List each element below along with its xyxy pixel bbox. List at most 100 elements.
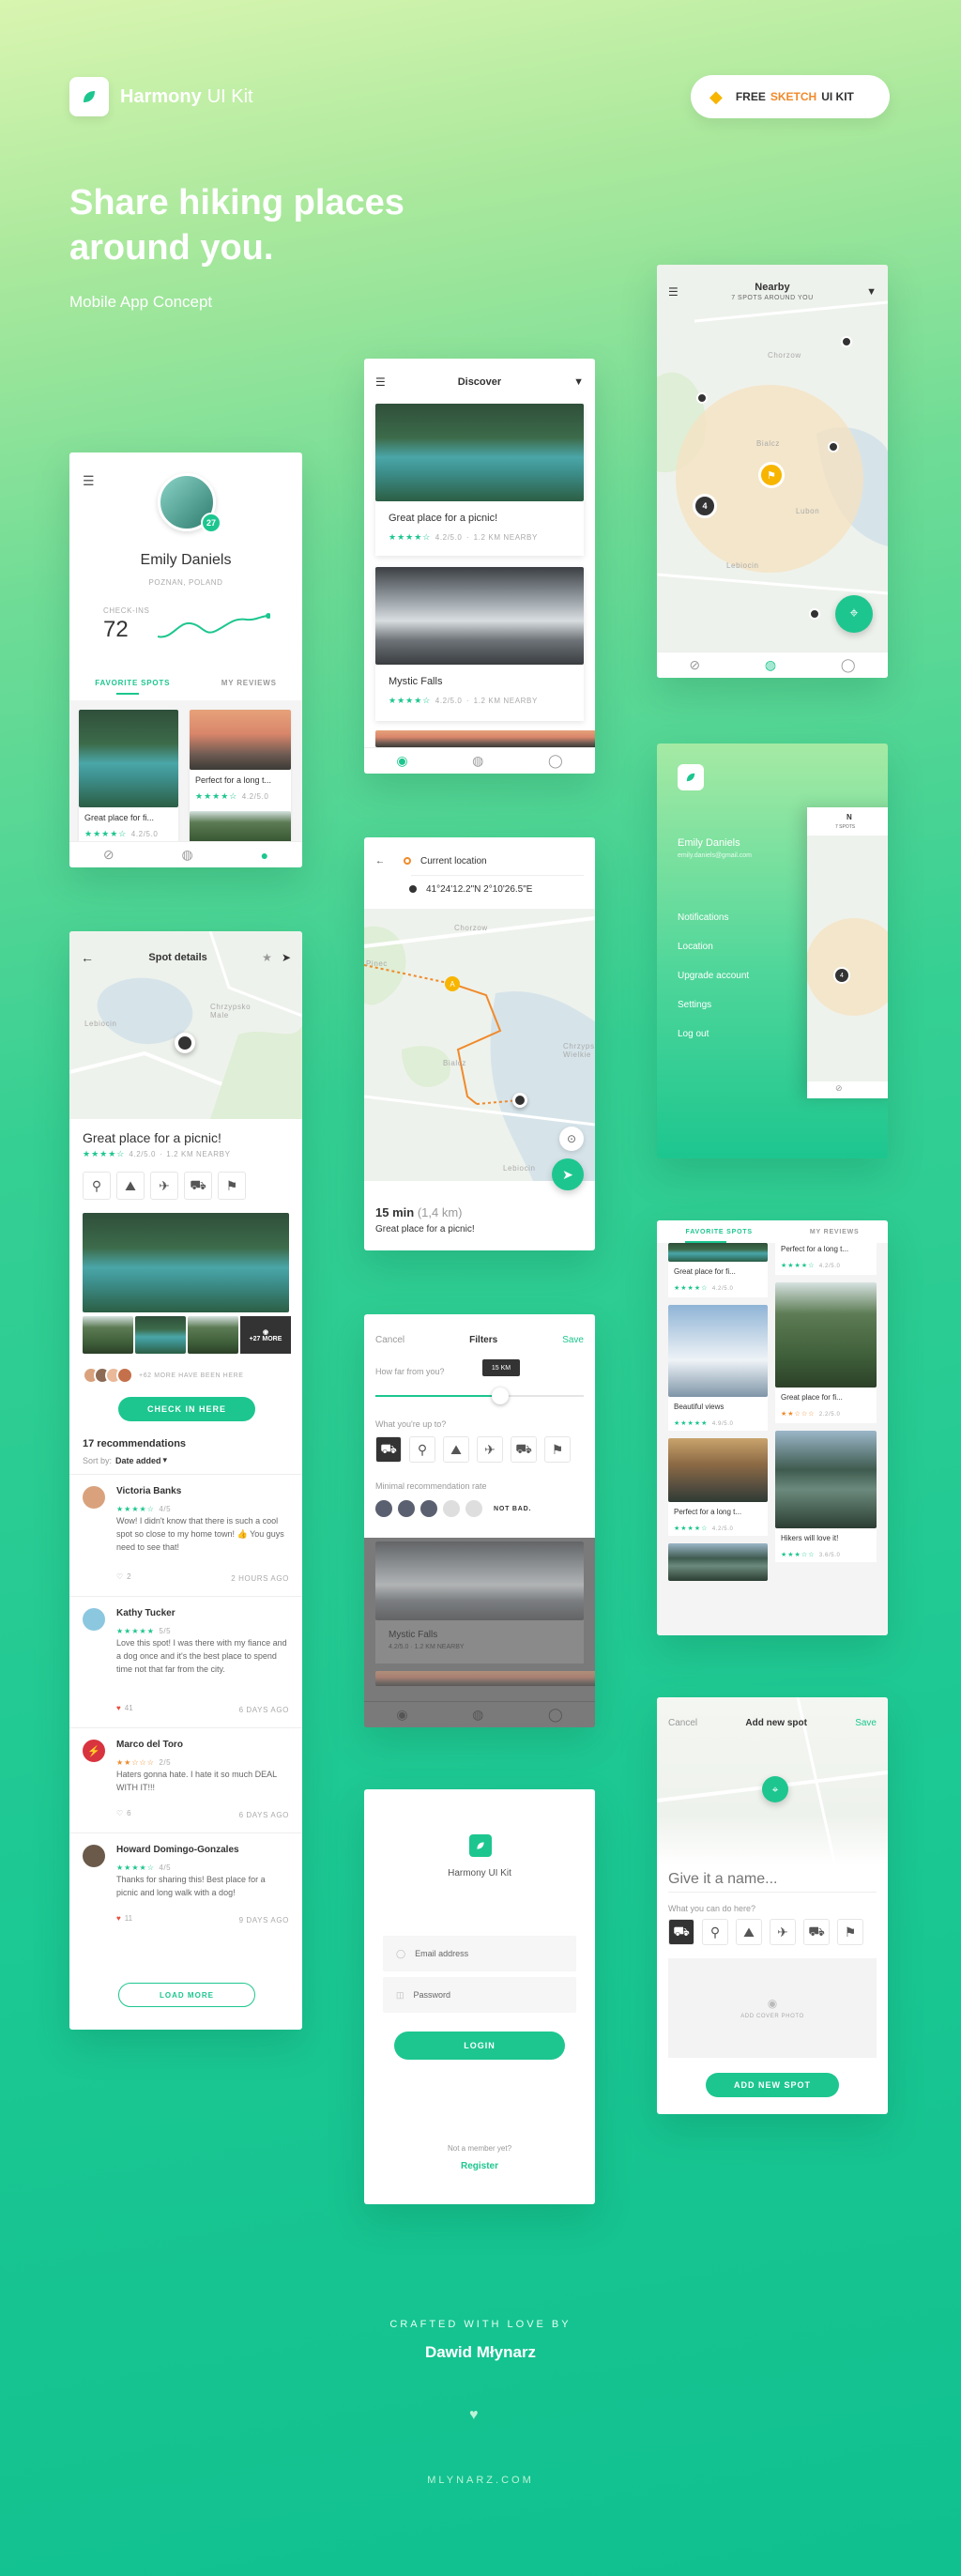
hamburger-icon[interactable]: ☰ bbox=[668, 285, 679, 299]
rate-dot[interactable] bbox=[465, 1500, 482, 1517]
menu-item-notifications[interactable]: Notifications bbox=[678, 903, 749, 932]
run-icon[interactable]: ✈ bbox=[477, 1436, 503, 1463]
map-pin[interactable] bbox=[841, 336, 852, 347]
profile-icon[interactable]: ● bbox=[261, 848, 268, 863]
navigate-icon[interactable]: ➤ bbox=[282, 951, 291, 964]
map-pin[interactable] bbox=[175, 1033, 195, 1053]
menu-item-upgrade[interactable]: Upgrade account bbox=[678, 961, 749, 990]
car-icon[interactable]: ⛟ bbox=[511, 1436, 537, 1463]
spot-name-input[interactable] bbox=[668, 1866, 877, 1893]
heart-icon[interactable]: ♥ bbox=[116, 1914, 121, 1923]
profile-icon[interactable]: ◯ bbox=[548, 753, 563, 769]
route-map[interactable]: Chorzow Pinec Bialcz Chrzypsko Wielkie L… bbox=[364, 909, 595, 1190]
back-arrow-icon[interactable]: ← bbox=[375, 856, 385, 866]
distance-slider[interactable] bbox=[375, 1388, 584, 1404]
more-photos[interactable]: ◉ +27 MORE bbox=[240, 1316, 291, 1354]
cancel-button[interactable]: Cancel bbox=[375, 1335, 404, 1345]
current-location-icon[interactable]: ⚑ bbox=[758, 462, 785, 488]
rate-dot[interactable] bbox=[398, 1500, 415, 1517]
email-field[interactable]: ◯ Email address bbox=[383, 1936, 576, 1971]
spot-card[interactable]: Great place for fi... ★★☆☆☆ 2.2/5.0 bbox=[775, 1282, 877, 1423]
heart-icon[interactable]: ♡ bbox=[116, 1809, 123, 1817]
route-to[interactable]: 41°24'12.2"N 2°10'26.5"E bbox=[375, 879, 584, 899]
load-more-button[interactable]: LOAD MORE bbox=[118, 1983, 255, 2007]
hamburger-icon[interactable]: ☰ bbox=[375, 376, 386, 389]
heart-icon[interactable]: ♥ bbox=[116, 1704, 121, 1712]
compass-icon[interactable]: ◉ bbox=[396, 753, 407, 769]
spot-card[interactable]: Great place for fi... ★★★★☆ 4.2/5.0 bbox=[668, 1243, 768, 1297]
tab-my-reviews[interactable]: MY REVIEWS bbox=[810, 1229, 860, 1235]
map-pin[interactable] bbox=[809, 608, 820, 620]
basket-icon[interactable]: ⚑ bbox=[837, 1919, 863, 1945]
nearby-map[interactable]: Chorzow Bialcz Lubon Lebiocin 4 ⚑ ⌖ bbox=[657, 265, 888, 652]
rate-dot[interactable] bbox=[420, 1500, 437, 1517]
rate-dot[interactable] bbox=[375, 1500, 392, 1517]
spot-card[interactable]: Perfect for a long t... ★★★★☆ 4.2/5.0 bbox=[775, 1243, 877, 1275]
spot-card[interactable]: Mystic Falls ★★★★☆ 4.2/5.0 · 1.2 KM NEAR… bbox=[375, 567, 584, 721]
peek-screen[interactable]: N 7 SPOTS 4 ⊘ bbox=[807, 807, 888, 1098]
menu-item-logout[interactable]: Log out bbox=[678, 1020, 749, 1049]
map-pin-icon[interactable]: ⌖ bbox=[835, 595, 873, 633]
register-link[interactable]: Register bbox=[364, 2161, 595, 2171]
add-photo-area[interactable]: ◉ ADD COVER PHOTO bbox=[668, 1958, 877, 2058]
destination-pin[interactable] bbox=[512, 1093, 527, 1108]
menu-item-location[interactable]: Location bbox=[678, 932, 749, 961]
tab-favorite-spots[interactable]: FAVORITE SPOTS bbox=[95, 679, 170, 687]
car-icon[interactable]: ⛟ bbox=[803, 1919, 830, 1945]
bike-icon[interactable]: ⚲ bbox=[83, 1172, 111, 1200]
tab-favorite-spots[interactable]: FAVORITE SPOTS bbox=[686, 1229, 753, 1235]
thumb-photo[interactable] bbox=[188, 1316, 238, 1354]
spot-card[interactable]: Perfect for a long t... ★★★★☆ 4.2/5.0 bbox=[668, 1438, 768, 1536]
save-button[interactable]: Save bbox=[855, 1718, 877, 1728]
compass-icon[interactable]: ◉ bbox=[396, 1707, 407, 1723]
filter-icon[interactable]: ▼ bbox=[573, 376, 584, 388]
compass-icon[interactable]: ⊘ bbox=[689, 657, 700, 673]
run-icon[interactable]: ✈ bbox=[150, 1172, 178, 1200]
locate-me-icon[interactable]: ⊙ bbox=[559, 1127, 584, 1151]
spot-card[interactable]: Great place for fi... ★★★★☆ 4.2/5.0 bbox=[79, 710, 178, 841]
cluster-marker[interactable]: 4 bbox=[693, 494, 717, 518]
start-marker[interactable]: A bbox=[445, 976, 460, 991]
thumb-photo[interactable] bbox=[135, 1316, 186, 1354]
map-pin[interactable] bbox=[828, 441, 839, 452]
globe-icon[interactable]: ◍ bbox=[472, 1707, 483, 1723]
profile-icon[interactable]: ◯ bbox=[548, 1707, 563, 1723]
spot-main-photo[interactable] bbox=[83, 1213, 289, 1312]
hike-icon[interactable]: ⛰ bbox=[116, 1172, 145, 1200]
compass-icon[interactable]: ⊘ bbox=[103, 847, 114, 863]
spot-card[interactable]: Perfect for a long t... ★★★★☆ 4.2/5.0 bbox=[190, 710, 291, 849]
login-button[interactable]: LOGIN bbox=[394, 2032, 565, 2060]
run-icon[interactable]: ✈ bbox=[770, 1919, 796, 1945]
bike-icon[interactable]: ⚲ bbox=[409, 1436, 435, 1463]
check-in-button[interactable]: CHECK IN HERE bbox=[118, 1397, 255, 1421]
hamburger-icon[interactable]: ☰ bbox=[83, 473, 95, 489]
hike-icon[interactable]: ⛰ bbox=[443, 1436, 469, 1463]
globe-icon[interactable]: ◍ bbox=[182, 847, 193, 863]
back-arrow-icon[interactable]: ← bbox=[81, 950, 94, 965]
add-spot-button[interactable]: ADD NEW SPOT bbox=[706, 2073, 839, 2097]
slider-knob[interactable] bbox=[492, 1388, 510, 1404]
picnic-icon[interactable]: ⛟ bbox=[375, 1436, 402, 1463]
map-pin-icon[interactable]: ⌖ bbox=[762, 1776, 788, 1802]
spot-card[interactable]: Hikers will love it! ★★★☆☆ 3.6/5.0 bbox=[775, 1431, 877, 1562]
profile-icon[interactable]: ◯ bbox=[841, 657, 856, 673]
password-field[interactable]: ◫ Password bbox=[383, 1977, 576, 2013]
menu-item-settings[interactable]: Settings bbox=[678, 990, 749, 1020]
rate-selector[interactable]: NOT BAD. bbox=[375, 1500, 531, 1517]
globe-icon[interactable]: ◍ bbox=[765, 657, 776, 673]
sort-select[interactable]: Sort by: Date added ▾ bbox=[83, 1455, 167, 1465]
thumb-photo[interactable] bbox=[83, 1316, 133, 1354]
picnic-icon[interactable]: ⛟ bbox=[668, 1919, 694, 1945]
picnic-icon[interactable]: ⚑ bbox=[218, 1172, 246, 1200]
heart-icon[interactable]: ♡ bbox=[116, 1572, 123, 1581]
route-from[interactable]: ← Current location bbox=[375, 851, 584, 871]
car-icon[interactable]: ⛟ bbox=[184, 1172, 212, 1200]
navigate-button[interactable]: ➤ bbox=[552, 1158, 584, 1190]
map-pin[interactable] bbox=[696, 392, 708, 404]
bike-icon[interactable]: ⚲ bbox=[702, 1919, 728, 1945]
spot-photo[interactable] bbox=[375, 730, 595, 747]
globe-icon[interactable]: ◍ bbox=[472, 753, 483, 769]
tab-my-reviews[interactable]: MY REVIEWS bbox=[221, 679, 277, 687]
hike-icon[interactable]: ⛰ bbox=[736, 1919, 762, 1945]
basket-icon[interactable]: ⚑ bbox=[544, 1436, 571, 1463]
